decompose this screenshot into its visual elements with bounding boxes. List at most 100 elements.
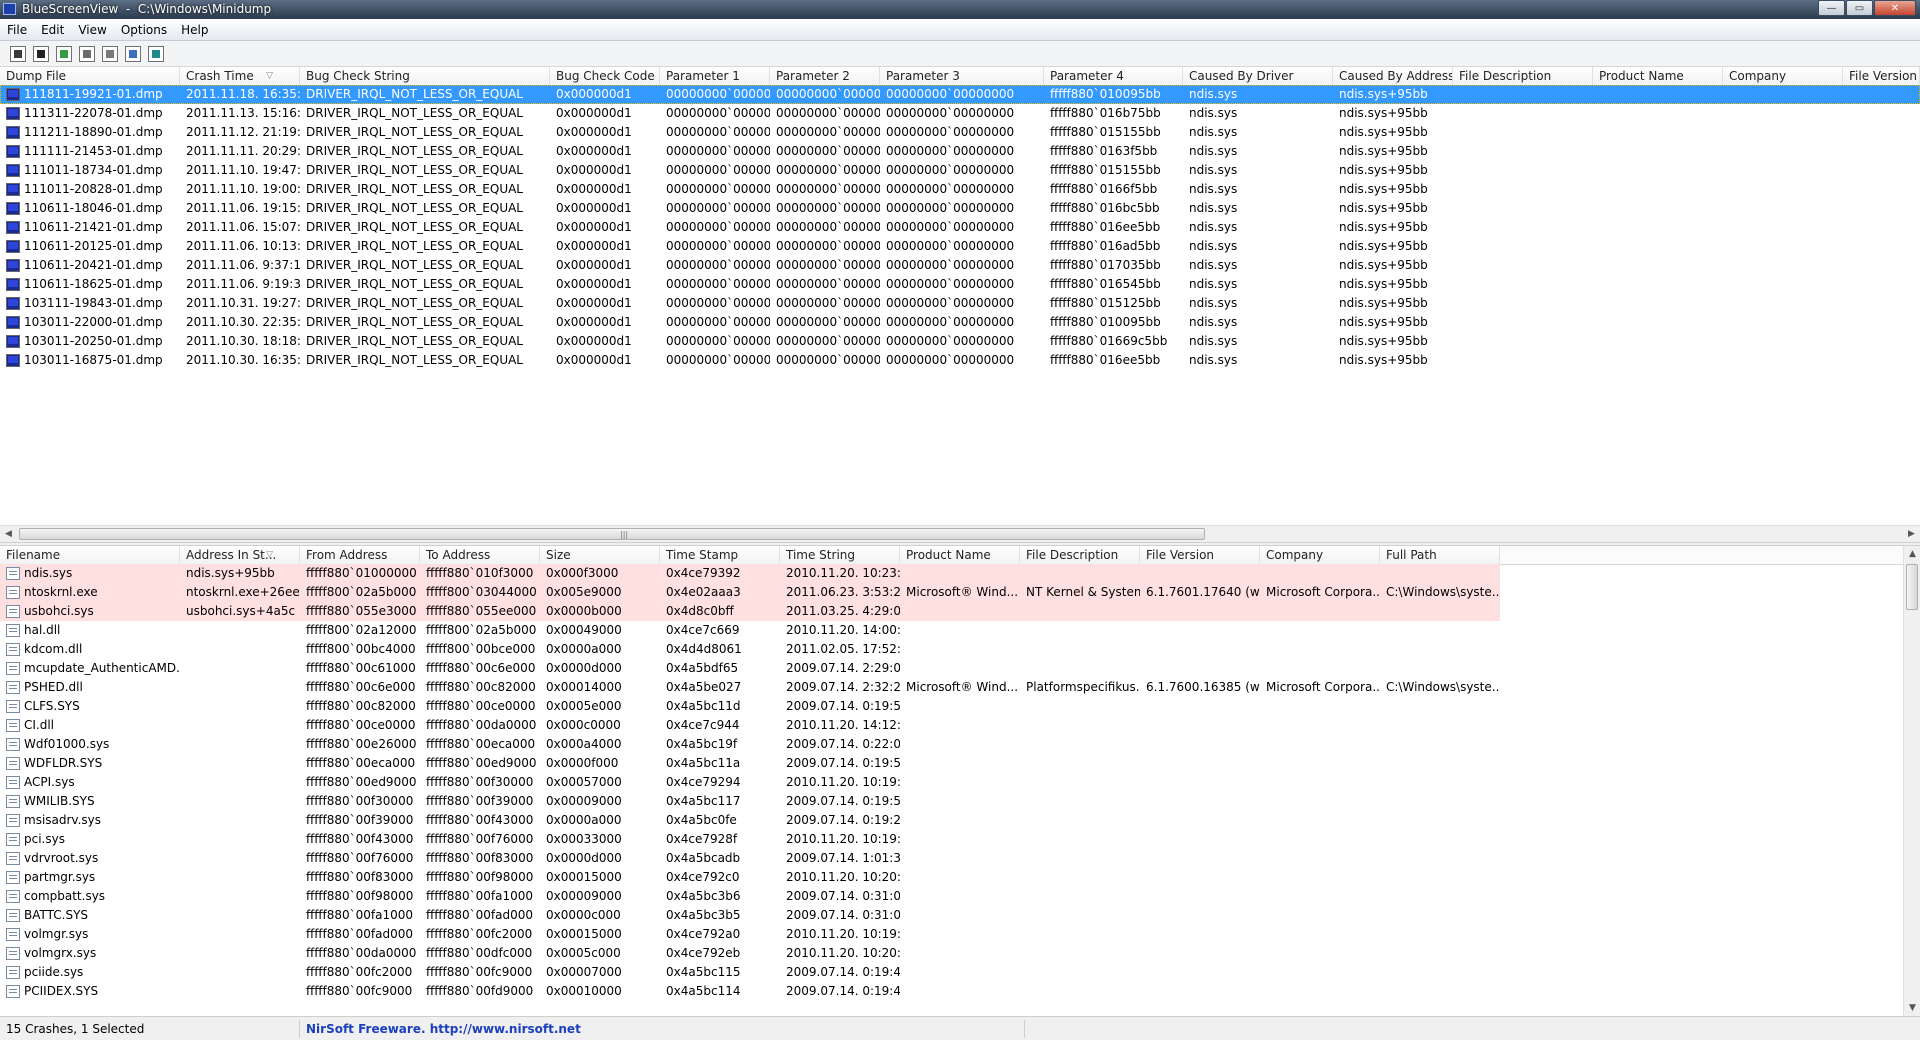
- crash-row[interactable]: 111011-18734-01.dmp 2011.11.10. 19:47:35 D…: [0, 161, 1920, 180]
- column-header-dump-file[interactable]: Dump File: [0, 67, 180, 85]
- driver-row[interactable]: PSHED.dll fffff880`00c6e000 fffff880`00c82…: [0, 678, 1903, 697]
- column-header-to-address[interactable]: To Address: [420, 546, 540, 564]
- driver-row[interactable]: hal.dll fffff800`02a12000 fffff800`02a5b00…: [0, 621, 1903, 640]
- column-header-company[interactable]: Company: [1723, 67, 1843, 85]
- crash-row[interactable]: 111311-22078-01.dmp 2011.11.13. 15:16:07 D…: [0, 104, 1920, 123]
- driver-row[interactable]: ntoskrnl.exe ntoskrnl.exe+26ee0 fffff800`0…: [0, 583, 1500, 602]
- cell-to-address: fffff880`00c6e000: [426, 661, 536, 675]
- cell-time-string: 2010.11.20. 10:20:00: [786, 870, 900, 884]
- crash-row[interactable]: 110611-20421-01.dmp 2011.11.06. 9:37:19 DR…: [0, 256, 1920, 275]
- cell-time-string: 2011.03.25. 4:29:03: [786, 604, 900, 618]
- driver-row[interactable]: WDFLDR.SYS fffff880`00eca000 fffff880`00ed…: [0, 754, 1903, 773]
- crash-row[interactable]: 111211-18890-01.dmp 2011.11.12. 21:19:46 D…: [0, 123, 1920, 142]
- driver-row[interactable]: ndis.sys ndis.sys+95bb fffff880`01000000 ff…: [0, 564, 1500, 583]
- column-header-file-description[interactable]: File Description: [1453, 67, 1593, 85]
- crash-list-hscrollbar[interactable]: ◀ ||| ▶: [0, 525, 1920, 542]
- nirsoft-link[interactable]: NirSoft Freeware. http://www.nirsoft.net: [300, 1020, 1025, 1038]
- driver-row[interactable]: pciide.sys fffff880`00fc2000 fffff880`00fc…: [0, 963, 1903, 982]
- cell-bug-check-string: DRIVER_IRQL_NOT_LESS_OR_EQUAL: [306, 87, 523, 101]
- column-header-caused-by-address[interactable]: Caused By Address: [1333, 67, 1453, 85]
- driver-row[interactable]: volmgrx.sys fffff880`00da0000 fffff880`00d…: [0, 944, 1903, 963]
- driver-list-vscrollbar[interactable]: ▲ ▼: [1903, 546, 1920, 1016]
- properties-icon[interactable]: [102, 45, 118, 62]
- crash-row[interactable]: 103011-22000-01.dmp 2011.10.30. 22:35:56 D…: [0, 313, 1920, 332]
- column-header-bug-check-code[interactable]: Bug Check Code: [550, 67, 660, 85]
- column-header-file-version[interactable]: File Version: [1843, 67, 1920, 85]
- crash-row[interactable]: 111811-19921-01.dmp 2011.11.18. 16:35:54 D…: [0, 85, 1920, 104]
- column-header-bug-check-string[interactable]: Bug Check String: [300, 67, 550, 85]
- driver-row[interactable]: PCIIDEX.SYS fffff880`00fc9000 fffff880`00f…: [0, 982, 1903, 1001]
- driver-row[interactable]: volmgr.sys fffff880`00fad000 fffff880`00fc…: [0, 925, 1903, 944]
- driver-row[interactable]: mcupdate_AuthenticAMD.dll fffff880`00c610…: [0, 659, 1903, 678]
- cell-parameter-2: 00000000`000000...: [776, 296, 880, 310]
- driver-row[interactable]: BATTC.SYS fffff880`00fa1000 fffff880`00fad…: [0, 906, 1903, 925]
- column-header-parameter-1[interactable]: Parameter 1: [660, 67, 770, 85]
- menu-help[interactable]: Help: [174, 23, 215, 37]
- save-icon[interactable]: [33, 45, 49, 62]
- crash-row[interactable]: 110611-18046-01.dmp 2011.11.06. 19:15:47 D…: [0, 199, 1920, 218]
- driver-row[interactable]: compbatt.sys fffff880`00f98000 fffff880`00…: [0, 887, 1903, 906]
- driver-row[interactable]: msisadrv.sys fffff880`00f39000 fffff880`00…: [0, 811, 1903, 830]
- crash-row[interactable]: 111011-20828-01.dmp 2011.11.10. 19:00:23 D…: [0, 180, 1920, 199]
- menu-view[interactable]: View: [71, 23, 113, 37]
- scroll-right-icon[interactable]: ▶: [1903, 526, 1920, 542]
- maximize-button[interactable]: ▭: [1846, 0, 1873, 16]
- column-header-product-name[interactable]: Product Name: [900, 546, 1020, 564]
- column-header-filename[interactable]: Filename: [0, 546, 180, 564]
- column-header-from-address[interactable]: From Address: [300, 546, 420, 564]
- column-header-size[interactable]: Size: [540, 546, 660, 564]
- menu-file[interactable]: File: [0, 23, 34, 37]
- driver-row[interactable]: WMILIB.SYS fffff880`00f30000 fffff880`00f3…: [0, 792, 1903, 811]
- driver-row[interactable]: vdrvroot.sys fffff880`00f76000 fffff880`00…: [0, 849, 1903, 868]
- scroll-up-icon[interactable]: ▲: [1904, 546, 1920, 562]
- column-header-time-stamp[interactable]: Time Stamp: [660, 546, 780, 564]
- scroll-down-icon[interactable]: ▼: [1904, 1000, 1920, 1016]
- vscroll-thumb[interactable]: [1906, 564, 1918, 610]
- driver-row[interactable]: kdcom.dll fffff800`00bc4000 fffff800`00bce…: [0, 640, 1903, 659]
- column-header-parameter-3[interactable]: Parameter 3: [880, 67, 1044, 85]
- driver-row[interactable]: Wdf01000.sys fffff880`00e26000 fffff880`00…: [0, 735, 1903, 754]
- driver-row[interactable]: CI.dll fffff880`00ce0000 fffff880`00da0000…: [0, 716, 1903, 735]
- column-header-full-path[interactable]: Full Path: [1380, 546, 1500, 564]
- column-header-time-string[interactable]: Time String: [780, 546, 900, 564]
- crash-row[interactable]: 103111-19843-01.dmp 2011.10.31. 19:27:26 D…: [0, 294, 1920, 313]
- crash-row[interactable]: 110611-20125-01.dmp 2011.11.06. 10:13:49 D…: [0, 237, 1920, 256]
- driver-list[interactable]: Filename Address In St... ▽ From Address To …: [0, 546, 1903, 1016]
- crash-row[interactable]: 103011-20250-01.dmp 2011.10.30. 18:18:05 D…: [0, 332, 1920, 351]
- cell-filename: ntoskrnl.exe: [24, 585, 98, 599]
- scroll-left-icon[interactable]: ◀: [0, 526, 17, 542]
- driver-row[interactable]: usbohci.sys usbohci.sys+4a5c fffff880`055e…: [0, 602, 1500, 621]
- hscroll-thumb[interactable]: |||: [19, 528, 1205, 540]
- cell-from-address: fffff880`00ce0000: [306, 718, 416, 732]
- menu-edit[interactable]: Edit: [34, 23, 71, 37]
- driver-row[interactable]: CLFS.SYS fffff880`00c82000 fffff880`00ce00…: [0, 697, 1903, 716]
- save-selected-icon[interactable]: [10, 45, 26, 62]
- column-header-product-name[interactable]: Product Name: [1593, 67, 1723, 85]
- cell-company: [1260, 735, 1380, 754]
- cell-parameter-2: 00000000`000000...: [776, 353, 880, 367]
- column-header-address-in-st[interactable]: Address In St... ▽: [180, 546, 300, 564]
- column-header-crash-time[interactable]: Crash Time ▽: [180, 67, 300, 85]
- column-header-parameter-2[interactable]: Parameter 2: [770, 67, 880, 85]
- column-header-caused-by-driver[interactable]: Caused By Driver: [1183, 67, 1333, 85]
- column-header-file-description[interactable]: File Description: [1020, 546, 1140, 564]
- minimize-button[interactable]: —: [1818, 0, 1845, 16]
- column-header-parameter-4[interactable]: Parameter 4: [1044, 67, 1183, 85]
- refresh-icon[interactable]: [56, 45, 72, 62]
- crash-list[interactable]: Dump File Crash Time ▽ Bug Check String Bug …: [0, 67, 1920, 525]
- menu-options[interactable]: Options: [114, 23, 174, 37]
- driver-row[interactable]: partmgr.sys fffff880`00f83000 fffff880`00f…: [0, 868, 1903, 887]
- crash-row[interactable]: 110611-21421-01.dmp 2011.11.06. 15:07:08 D…: [0, 218, 1920, 237]
- crash-row[interactable]: 103011-16875-01.dmp 2011.10.30. 16:35:25 D…: [0, 351, 1920, 370]
- find-icon[interactable]: [125, 45, 141, 62]
- close-button[interactable]: ✕: [1874, 0, 1916, 16]
- crash-row[interactable]: 111111-21453-01.dmp 2011.11.11. 20:29:17 D…: [0, 142, 1920, 161]
- driver-row[interactable]: pci.sys fffff880`00f43000 fffff880`00f7600…: [0, 830, 1903, 849]
- driver-row[interactable]: ACPI.sys fffff880`00ed9000 fffff880`00f300…: [0, 773, 1903, 792]
- column-header-company[interactable]: Company: [1260, 546, 1380, 564]
- column-header-file-version[interactable]: File Version: [1140, 546, 1260, 564]
- exit-icon[interactable]: [148, 45, 164, 62]
- cell-dump-file: 111311-22078-01.dmp: [24, 106, 163, 120]
- crash-row[interactable]: 110611-18625-01.dmp 2011.11.06. 9:19:35 DR…: [0, 275, 1920, 294]
- copy-icon[interactable]: [79, 45, 95, 62]
